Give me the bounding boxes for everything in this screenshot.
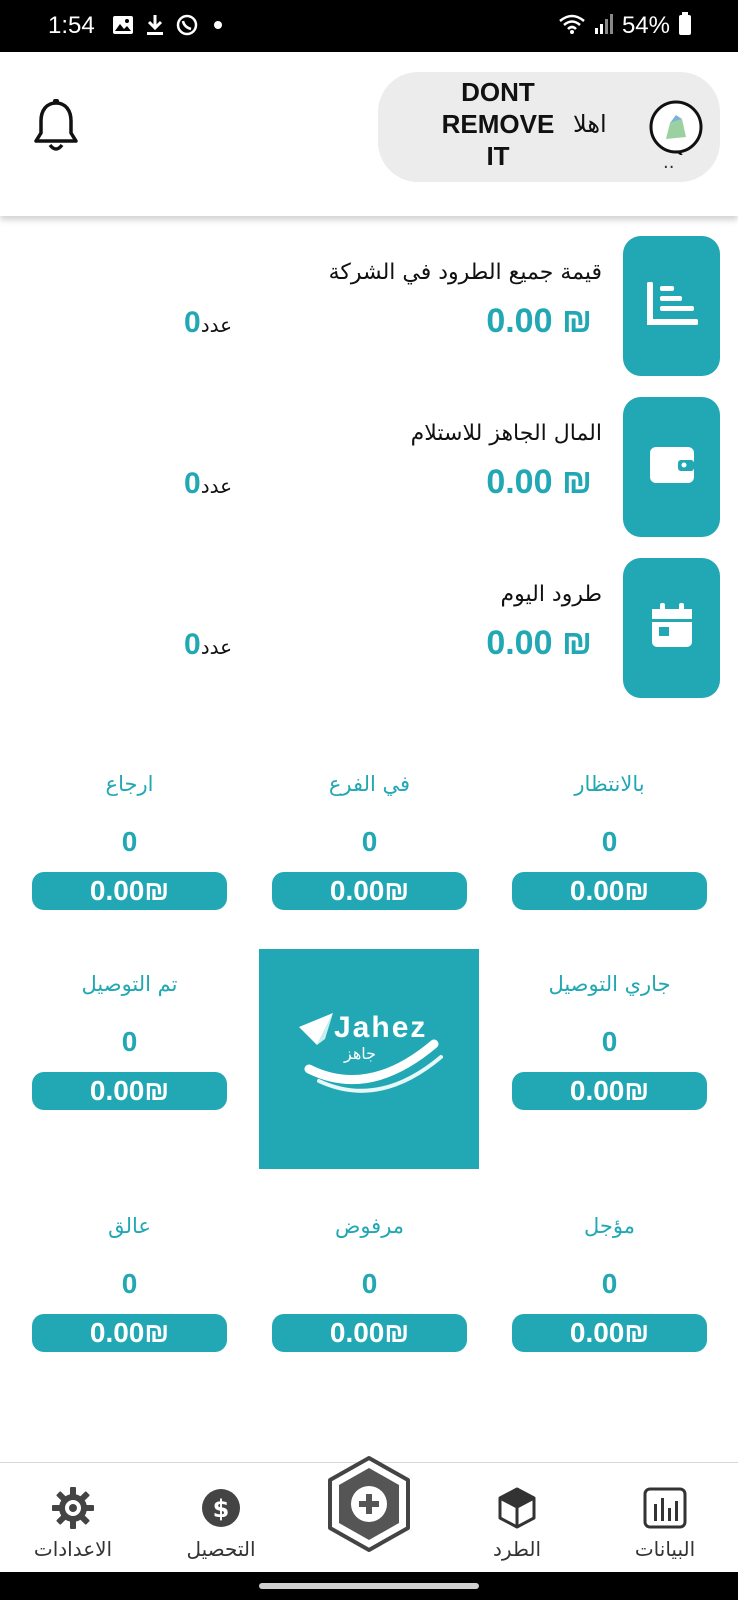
card-amount: 0.00 ₪ [486,463,592,501]
stat-delivered[interactable]: تم التوصيل 0 0.00₪ [32,972,227,1110]
stat-return[interactable]: ارجاع 0 0.00₪ [32,772,227,910]
stat-label: مؤجل [584,1214,635,1238]
nav-label: الطرد [493,1537,541,1561]
avatar-suffix: .. [663,152,675,173]
status-time: 1:54 [48,12,95,39]
card-count-number: 0 [184,306,201,339]
whatsapp-icon [176,14,198,36]
nav-data[interactable]: البيانات [600,1463,730,1561]
stat-postponed[interactable]: مؤجل 0 0.00₪ [512,1214,707,1352]
stat-count: 0 [361,1268,378,1299]
dollar-icon: $ [156,1483,286,1533]
more-notifications-dot [214,21,222,29]
stat-rejected[interactable]: مرفوض 0 0.00₪ [272,1214,467,1352]
nav-collection[interactable]: $ التحصيل [156,1463,286,1561]
card-title: طرود اليوم [500,582,602,607]
card-count: 0عدد [184,306,232,340]
nav-parcel[interactable]: الطرد [452,1463,582,1561]
battery-percent: 54% [621,12,670,39]
stat-label: ارجاع [105,772,154,796]
card-count-unit: عدد [200,313,233,337]
card-count-number: 0 [184,628,201,661]
gesture-handle[interactable] [259,1583,479,1589]
stat-count: 0 [601,1026,618,1057]
card-count: 0عدد [184,628,232,662]
stat-count: 0 [601,826,618,857]
logo-text: Jahez [334,1011,428,1044]
app-header: DONT REMOVE IT اهلا .. [0,52,738,216]
nav-settings[interactable]: الاعدادات [8,1463,138,1561]
svg-text:جاهز: جاهز [343,1044,376,1064]
card-amount: 0.00 ₪ [486,302,592,340]
stat-amount-bar: 0.00₪ [512,1314,707,1352]
card-amount: 0.00 ₪ [486,624,592,662]
svg-text:$: $ [213,1495,230,1523]
calendar-icon [650,603,694,653]
card-today-parcels[interactable]: طرود اليوم 0.00 ₪ 0عدد [0,558,720,698]
bell-icon[interactable] [32,99,80,155]
card-all-parcels-value[interactable]: قيمة جميع الطرود في الشركة 0.00 ₪ 0عدد [0,236,720,376]
stat-amount-bar: 0.00₪ [32,1072,227,1110]
stat-count: 0 [121,1026,138,1057]
bottom-nav: البيانات الطرد $ التحصيل الاعدادات [0,1456,738,1572]
card-icon-tab [623,236,720,376]
status-bar: 1:54 54% [0,0,738,52]
stat-count: 0 [601,1268,618,1299]
greeting-text: اهلا [573,110,607,138]
jahez-logo: جاهز Jahez [259,949,479,1169]
card-count-number: 0 [184,467,201,500]
stat-amount-bar: 0.00₪ [512,1072,707,1110]
notification-icons [112,14,222,36]
nav-label: التحصيل [186,1537,256,1561]
card-count: 0عدد [184,467,232,501]
stat-label: مرفوض [334,1214,405,1238]
stat-in-branch[interactable]: في الفرع 0 0.00₪ [272,772,467,910]
stat-label: بالانتظار [574,772,645,796]
nav-label: الاعدادات [33,1537,113,1561]
battery-icon [678,12,692,40]
stat-amount-bar: 0.00₪ [272,1314,467,1352]
stat-amount-bar: 0.00₪ [32,1314,227,1352]
card-count-unit: عدد [200,635,233,659]
stat-amount-bar: 0.00₪ [512,872,707,910]
system-icons: 54% [558,12,692,40]
stat-count: 0 [121,1268,138,1299]
signal-icon [594,13,614,39]
user-profile-pill[interactable]: DONT REMOVE IT اهلا .. [378,72,720,182]
add-parcel-button[interactable] [324,1455,414,1553]
gear-icon [8,1483,138,1533]
stat-stuck[interactable]: عالق 0 0.00₪ [32,1214,227,1352]
chart-icon [646,281,699,330]
card-count-unit: عدد [200,474,233,498]
wallet-icon [648,445,696,489]
wifi-icon [558,13,586,39]
box-icon [452,1483,582,1533]
card-title: المال الجاهز للاستلام [410,421,602,446]
stat-label: جاري التوصيل [548,972,671,996]
stat-count: 0 [121,826,138,857]
stat-amount-bar: 0.00₪ [32,872,227,910]
card-icon-tab [623,558,720,698]
avatar[interactable] [648,99,704,156]
card-ready-money[interactable]: المال الجاهز للاستلام 0.00 ₪ 0عدد [0,397,720,537]
gallery-icon [112,14,134,36]
card-icon-tab [623,397,720,537]
bar-chart-icon [600,1483,730,1533]
nav-label: البيانات [634,1537,696,1561]
stat-label: تم التوصيل [81,972,178,996]
stat-label: في الفرع [328,772,411,796]
download-icon [144,14,166,36]
stat-amount-bar: 0.00₪ [272,872,467,910]
user-name: DONT REMOVE IT [441,77,555,171]
stat-waiting[interactable]: بالانتظار 0 0.00₪ [512,772,707,910]
system-nav-area [0,1572,738,1600]
card-title: قيمة جميع الطرود في الشركة [328,260,602,285]
stat-label: عالق [108,1214,151,1238]
stat-count: 0 [361,826,378,857]
stat-delivering[interactable]: جاري التوصيل 0 0.00₪ [512,972,707,1110]
